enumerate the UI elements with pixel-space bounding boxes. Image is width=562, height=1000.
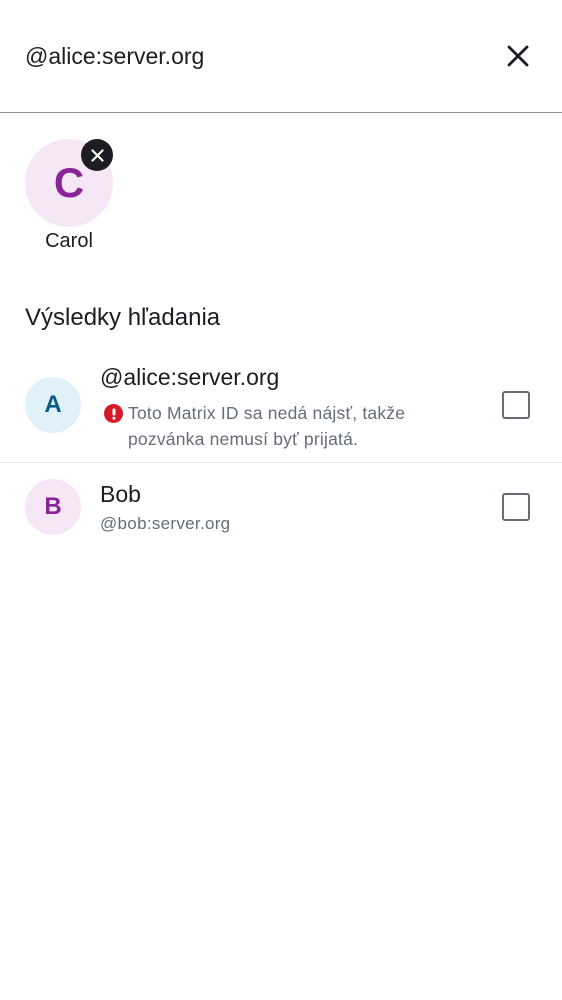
avatar-initial: C (53, 159, 85, 206)
error-icon (104, 404, 123, 423)
chip-name: Carol (45, 230, 93, 252)
select-checkbox[interactable] (502, 493, 530, 521)
close-icon (90, 148, 104, 162)
warning-text: Toto Matrix ID sa nedá nájsť, takže pozv… (128, 403, 406, 449)
search-input[interactable] (25, 38, 465, 74)
close-icon (507, 45, 529, 67)
avatar: B (25, 479, 81, 535)
avatar-initial: B (44, 493, 62, 520)
avatar-initial: A (44, 391, 62, 418)
list-item[interactable]: A @alice:server.org Toto Matrix ID sa ne… (0, 352, 562, 463)
list-item[interactable]: B Bob @bob:server.org (0, 463, 562, 553)
user-id: @bob:server.org (100, 514, 231, 533)
selected-user-chip: C Carol (25, 139, 113, 259)
section-title: Výsledky hľadania (25, 304, 221, 331)
search-bar (0, 0, 562, 113)
user-name: Bob (100, 481, 141, 507)
avatar: A (25, 377, 81, 433)
user-id: @alice:server.org (100, 364, 280, 390)
invite-people-screen: C Carol Výsledky hľadania A @alice:serve… (0, 0, 562, 1000)
close-button[interactable] (498, 36, 538, 76)
remove-chip-button[interactable] (81, 139, 113, 171)
select-checkbox[interactable] (502, 391, 530, 419)
